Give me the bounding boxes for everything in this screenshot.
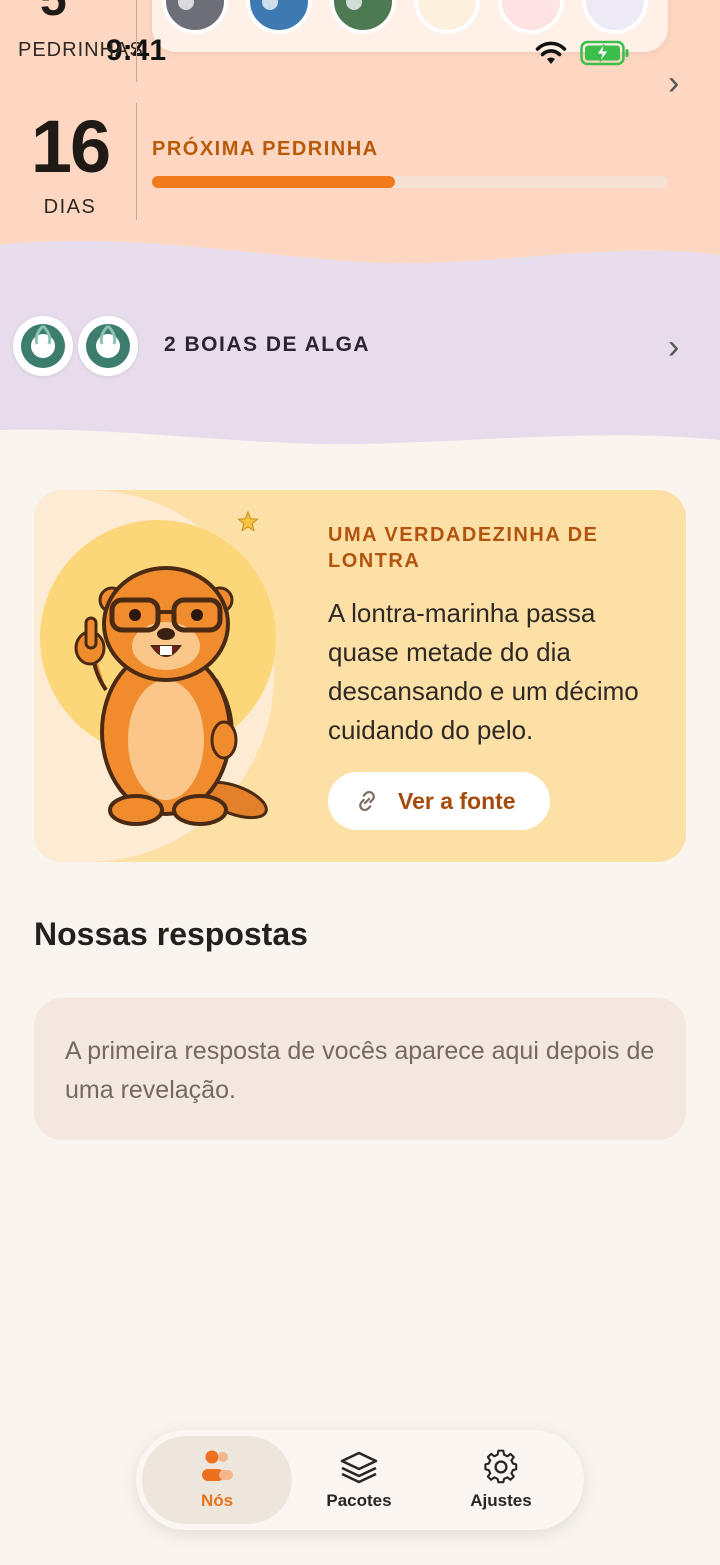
otter-illustration [74,566,268,826]
seaweed-buoy-icon [13,316,73,376]
tab-nos[interactable]: Nós [142,1436,292,1524]
progress-fill [152,176,395,188]
fact-title: UMA VERDADEZINHA DE LONTRA [328,524,599,572]
answers-empty-state: A primeira resposta de vocês aparece aqu… [34,998,686,1140]
next-pebble-label: PRÓXIMA PEDRINHA [152,138,379,160]
seaweed-buoys-label[interactable]: 2 BOIAS DE ALGA [164,333,370,357]
battery-charging-icon [580,40,629,66]
chevron-right-icon[interactable]: › [668,66,679,100]
tab-pacotes[interactable]: Pacotes [284,1436,434,1524]
days-count: 16 [30,105,111,188]
seaweed-buoy-icon [78,316,138,376]
pebble-empty [582,0,648,34]
divider [136,0,137,82]
tab-label: Pacotes [326,1491,392,1510]
pebbles-label: PEDRINHAS [18,39,144,61]
view-source-label: Ver a fonte [398,787,516,814]
tab-ajustes[interactable]: Ajustes [426,1436,576,1524]
chevron-right-icon[interactable]: › [668,330,679,364]
fact-text: A lontra-marinha passa quase metade do d… [328,598,639,745]
pebbles-count: 5 [40,0,67,27]
pebble-green [330,0,396,34]
gear-icon [484,1449,518,1484]
pebble-empty [414,0,480,34]
divider [136,103,137,220]
answers-empty-text: A primeira resposta de vocês aparece aqu… [65,1037,655,1104]
pebble-blue [246,0,312,34]
view-source-button[interactable]: Ver a fonte [328,772,550,830]
wifi-icon [535,41,567,64]
star-icon [237,510,259,532]
people-icon [202,1450,233,1481]
days-label: DIAS [43,196,97,218]
pebble-empty [498,0,564,34]
answers-section-title: Nossas respostas [34,916,308,952]
layers-icon [340,1451,378,1484]
tab-label: Nós [200,1491,234,1510]
tab-label: Ajustes [470,1491,532,1510]
next-pebble-progress [152,176,668,188]
bottom-tab-bar: Nós Pacotes Ajustes [136,1430,584,1530]
pebble-gray [162,0,228,34]
link-icon [359,791,375,811]
